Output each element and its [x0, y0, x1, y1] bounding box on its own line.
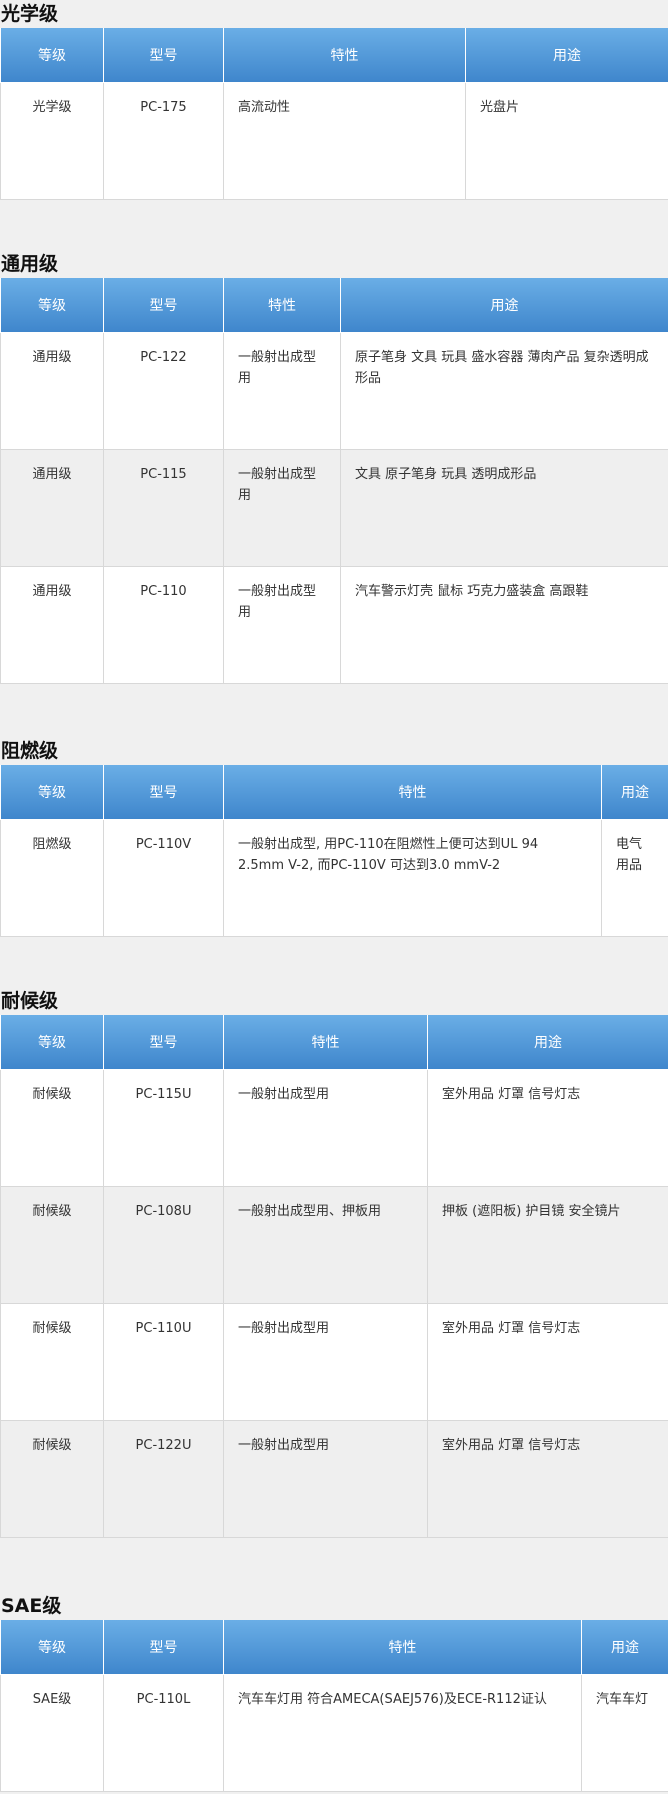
table-row: 耐候级 PC-110U 一般射出成型用 室外用品 灯罩 信号灯志	[0, 1303, 668, 1421]
header-property: 特性	[223, 765, 602, 820]
cell-grade: 光学级	[0, 82, 104, 200]
table-row: 通用级 PC-122 一般射出成型用 原子笔身 文具 玩具 盛水容器 薄肉产品 …	[0, 332, 668, 450]
header-property: 特性	[223, 1015, 428, 1070]
cell-use: 文具 原子笔身 玩具 透明成形品	[340, 449, 668, 567]
cell-grade: 耐候级	[0, 1186, 104, 1304]
spec-table: 等级 型号 特性 用途 耐候级 PC-115U 一般射出成型用 室外用品 灯罩 …	[0, 1015, 668, 1538]
header-property: 特性	[223, 28, 466, 83]
header-row: 等级 型号 特性 用途	[0, 1620, 668, 1675]
section-flame-retardant: 阻燃级 等级 型号 特性 用途 阻燃级 PC-110V 一般射出成型, 用PC-…	[0, 737, 668, 937]
cell-model: PC-122U	[103, 1420, 224, 1538]
header-use: 用途	[427, 1015, 668, 1070]
header-use: 用途	[601, 765, 668, 820]
header-row: 等级 型号 特性 用途	[0, 278, 668, 333]
cell-model: PC-122	[103, 332, 224, 450]
cell-model: PC-110V	[103, 819, 224, 937]
cell-model: PC-110L	[103, 1674, 224, 1792]
section-general: 通用级 等级 型号 特性 用途 通用级 PC-122 一般射出成型用 原子笔身 …	[0, 250, 668, 684]
spec-table: 等级 型号 特性 用途 通用级 PC-122 一般射出成型用 原子笔身 文具 玩…	[0, 278, 668, 684]
section-title: 耐候级	[1, 990, 59, 1012]
cell-use: 室外用品 灯罩 信号灯志	[427, 1069, 668, 1187]
cell-use: 原子笔身 文具 玩具 盛水容器 薄肉产品 复杂透明成形品	[340, 332, 668, 450]
header-row: 等级 型号 特性 用途	[0, 1015, 668, 1070]
cell-use: 押板 (遮阳板) 护目镜 安全镜片	[427, 1186, 668, 1304]
cell-grade: 耐候级	[0, 1303, 104, 1421]
table-row: 阻燃级 PC-110V 一般射出成型, 用PC-110在阻燃性上便可达到UL 9…	[0, 819, 668, 937]
cell-property: 一般射出成型, 用PC-110在阻燃性上便可达到UL 94 2.5mm V-2,…	[223, 819, 602, 937]
cell-property: 汽车车灯用 符合AMECA(SAEJ576)及ECE-R112证认	[223, 1674, 582, 1792]
header-use: 用途	[581, 1620, 668, 1675]
spec-table: 等级 型号 特性 用途 光学级 PC-175 高流动性 光盘片	[0, 28, 668, 200]
cell-use: 电气用品	[601, 819, 668, 937]
cell-property: 一般射出成型用	[223, 1420, 428, 1538]
header-grade: 等级	[0, 28, 104, 83]
section-title: 通用级	[1, 253, 59, 275]
table-row: SAE级 PC-110L 汽车车灯用 符合AMECA(SAEJ576)及ECE-…	[0, 1674, 668, 1792]
cell-model: PC-115	[103, 449, 224, 567]
cell-grade: 阻燃级	[0, 819, 104, 937]
cell-grade: 耐候级	[0, 1420, 104, 1538]
cell-grade: 通用级	[0, 332, 104, 450]
section-weatherproof: 耐候级 等级 型号 特性 用途 耐候级 PC-115U 一般射出成型用 室外用品…	[0, 987, 668, 1538]
cell-property: 一般射出成型用	[223, 449, 341, 567]
header-property: 特性	[223, 1620, 582, 1675]
cell-use: 汽车车灯	[581, 1674, 668, 1792]
cell-model: PC-110U	[103, 1303, 224, 1421]
header-property: 特性	[223, 278, 341, 333]
table-row: 通用级 PC-110 一般射出成型用 汽车警示灯壳 鼠标 巧克力盛装盒 高跟鞋	[0, 566, 668, 684]
section-title: SAE级	[1, 1595, 62, 1617]
cell-property: 一般射出成型用	[223, 332, 341, 450]
cell-grade: SAE级	[0, 1674, 104, 1792]
cell-grade: 通用级	[0, 566, 104, 684]
header-model: 型号	[103, 28, 224, 83]
cell-property: 高流动性	[223, 82, 466, 200]
header-model: 型号	[103, 278, 224, 333]
cell-property: 一般射出成型用	[223, 566, 341, 684]
cell-use: 汽车警示灯壳 鼠标 巧克力盛装盒 高跟鞋	[340, 566, 668, 684]
cell-grade: 耐候级	[0, 1069, 104, 1187]
header-row: 等级 型号 特性 用途	[0, 28, 668, 83]
section-optical: 光学级 等级 型号 特性 用途 光学级 PC-175 高流动性 光盘片	[0, 0, 668, 200]
cell-use: 室外用品 灯罩 信号灯志	[427, 1303, 668, 1421]
header-model: 型号	[103, 1015, 224, 1070]
header-row: 等级 型号 特性 用途	[0, 765, 668, 820]
header-grade: 等级	[0, 1620, 104, 1675]
table-row: 耐候级 PC-122U 一般射出成型用 室外用品 灯罩 信号灯志	[0, 1420, 668, 1538]
cell-model: PC-110	[103, 566, 224, 684]
section-sae: SAE级 等级 型号 特性 用途 SAE级 PC-110L 汽车车灯用 符合AM…	[0, 1592, 668, 1792]
section-title: 阻燃级	[1, 740, 59, 762]
spec-table: 等级 型号 特性 用途 阻燃级 PC-110V 一般射出成型, 用PC-110在…	[0, 765, 668, 937]
header-grade: 等级	[0, 1015, 104, 1070]
header-model: 型号	[103, 1620, 224, 1675]
cell-model: PC-175	[103, 82, 224, 200]
cell-use: 光盘片	[465, 82, 668, 200]
cell-property: 一般射出成型用	[223, 1303, 428, 1421]
table-row: 耐候级 PC-108U 一般射出成型用、押板用 押板 (遮阳板) 护目镜 安全镜…	[0, 1186, 668, 1304]
table-row: 通用级 PC-115 一般射出成型用 文具 原子笔身 玩具 透明成形品	[0, 449, 668, 567]
table-row: 耐候级 PC-115U 一般射出成型用 室外用品 灯罩 信号灯志	[0, 1069, 668, 1187]
cell-property: 一般射出成型用、押板用	[223, 1186, 428, 1304]
header-use: 用途	[465, 28, 668, 83]
table-row: 光学级 PC-175 高流动性 光盘片	[0, 82, 668, 200]
header-model: 型号	[103, 765, 224, 820]
cell-model: PC-115U	[103, 1069, 224, 1187]
header-grade: 等级	[0, 765, 104, 820]
section-title: 光学级	[1, 3, 59, 25]
cell-use: 室外用品 灯罩 信号灯志	[427, 1420, 668, 1538]
cell-property: 一般射出成型用	[223, 1069, 428, 1187]
cell-grade: 通用级	[0, 449, 104, 567]
spec-table: 等级 型号 特性 用途 SAE级 PC-110L 汽车车灯用 符合AMECA(S…	[0, 1620, 668, 1792]
header-grade: 等级	[0, 278, 104, 333]
cell-model: PC-108U	[103, 1186, 224, 1304]
header-use: 用途	[340, 278, 668, 333]
